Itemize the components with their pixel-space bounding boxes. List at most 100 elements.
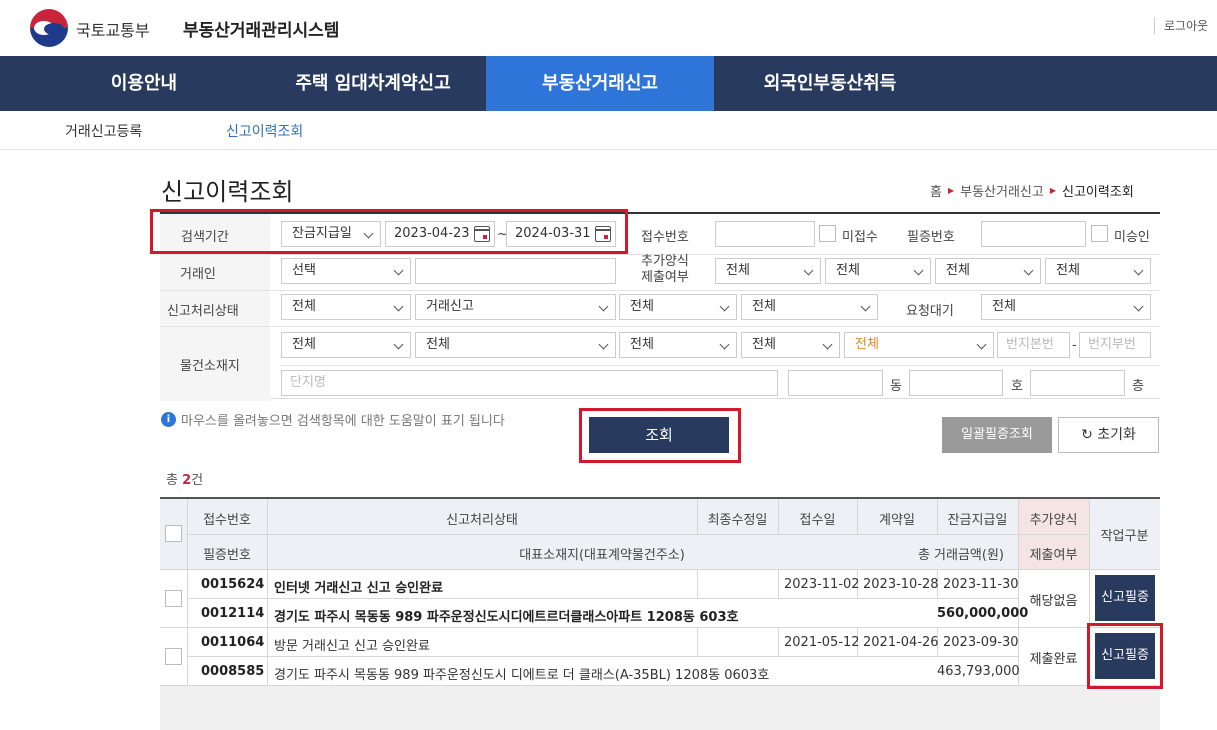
- contract-date: 2021-04-26: [863, 635, 939, 650]
- extra-form-select-3[interactable]: 전체: [935, 258, 1041, 284]
- th-address: 대표소재지(대표계약물건주소): [519, 548, 685, 563]
- lot-dash: -: [1072, 338, 1077, 353]
- ministry-name[interactable]: 국토교통부: [76, 17, 150, 41]
- total-amount: 560,000,000: [937, 606, 1029, 621]
- status-select-3[interactable]: 전체: [619, 294, 737, 320]
- page-title: 신고이력조회: [161, 178, 294, 206]
- floor-label: 층: [1132, 379, 1144, 394]
- ho-label: 호: [1011, 379, 1023, 394]
- floor-input[interactable]: [1030, 370, 1125, 396]
- breadcrumb-home[interactable]: 홈: [930, 181, 942, 200]
- info-icon: i: [161, 412, 176, 427]
- address: 경기도 파주시 목동동 989 파주운정신도시디에트르더클래스아파트 1208동…: [274, 610, 739, 625]
- breadcrumb-current: 신고이력조회: [1062, 185, 1134, 200]
- nav-foreigner-acquisition[interactable]: 외국인부동산취득: [740, 56, 920, 111]
- row-checkbox[interactable]: [165, 590, 182, 607]
- dong-input[interactable]: [788, 370, 883, 396]
- location-sido-select[interactable]: 전체: [281, 332, 411, 358]
- breadcrumb-trade-report[interactable]: 부동산거래신고: [960, 181, 1044, 200]
- not-received-label: 미접수: [842, 230, 878, 245]
- complex-name-input[interactable]: 단지명: [281, 370, 778, 396]
- status: 방문 거래신고 신고 승인완료: [274, 639, 430, 654]
- cert-no: 0012114: [201, 606, 265, 621]
- th-last-modified: 최종수정일: [707, 513, 768, 528]
- subnav-report-history[interactable]: 신고이력조회: [226, 121, 303, 141]
- th-total-amount: 총 거래금액(원): [917, 548, 1004, 563]
- select-all-checkbox[interactable]: [165, 525, 182, 542]
- receipt-no[interactable]: 0011064: [201, 635, 264, 650]
- search-button[interactable]: 조회: [589, 417, 729, 453]
- ministry-logo-icon[interactable]: [30, 9, 68, 47]
- bulk-cert-button[interactable]: 일괄필증조회: [942, 417, 1052, 453]
- table-row[interactable]: 0015624 인터넷 거래신고 신고 승인완료 2023-11-02 2023…: [160, 570, 1160, 628]
- logout-link[interactable]: 로그아웃: [1154, 17, 1208, 34]
- request-wait-label: 요청대기: [906, 304, 954, 319]
- header: 국토교통부 부동산거래관리시스템 로그아웃: [0, 0, 1217, 56]
- calendar-icon[interactable]: [595, 226, 611, 242]
- contract-date: 2023-10-28: [863, 577, 939, 592]
- extra-form-select-1[interactable]: 전체: [715, 258, 821, 284]
- report-cert-button[interactable]: 신고필증: [1095, 575, 1155, 621]
- table-row[interactable]: 0011064 방문 거래신고 신고 승인완료 2021-05-12 2021-…: [160, 628, 1160, 686]
- not-approved-label: 미승인: [1114, 230, 1150, 245]
- not-received-checkbox[interactable]: [819, 225, 836, 242]
- request-wait-select[interactable]: 전체: [981, 294, 1151, 320]
- lot-sub-input[interactable]: 번지부번: [1079, 332, 1151, 358]
- search-form: 검색기간 잔금지급일 2023-04-23 ~ 2024-03-31 접수번호 …: [160, 212, 1160, 401]
- cert-no-input[interactable]: [981, 221, 1086, 247]
- location-sigungu-select[interactable]: 전체: [415, 332, 616, 358]
- th-work-type: 작업구분: [1100, 529, 1149, 544]
- not-approved-checkbox[interactable]: [1091, 225, 1108, 242]
- balance-date: 2023-11-30: [943, 577, 1019, 592]
- row-checkbox[interactable]: [165, 648, 182, 665]
- extra-form-select-2[interactable]: 전체: [825, 258, 931, 284]
- system-title[interactable]: 부동산거래관리시스템: [183, 16, 339, 41]
- cert-no-label: 필증번호: [907, 230, 955, 245]
- period-type-select[interactable]: 잔금지급일: [281, 221, 381, 247]
- nav-usage-guide[interactable]: 이용안내: [80, 56, 208, 111]
- help-text: i 마우스를 올려놓으면 검색항목에 대한 도움말이 표기 됩니다: [161, 410, 505, 429]
- reset-button[interactable]: ↻ 초기화: [1058, 417, 1159, 453]
- extra-form-select-4[interactable]: 전체: [1045, 258, 1151, 284]
- location-label: 물건소재지: [180, 359, 240, 374]
- th-receipt-date: 접수일: [799, 513, 836, 528]
- extra-form-label: 추가양식 제출여부: [641, 254, 689, 285]
- refresh-icon: ↻: [1081, 427, 1093, 443]
- search-period-label: 검색기간: [181, 230, 229, 245]
- party-select[interactable]: 선택: [281, 258, 411, 284]
- receipt-no-input[interactable]: [715, 221, 815, 247]
- status-trade-report-select[interactable]: 거래신고: [415, 294, 616, 320]
- total-count: 총 2건: [166, 473, 204, 488]
- extra-form-status: 해당없음: [1029, 594, 1078, 609]
- party-name-input[interactable]: [415, 258, 616, 284]
- status-select-4[interactable]: 전체: [741, 294, 878, 320]
- location-dong-select[interactable]: 전체: [619, 332, 737, 358]
- breadcrumb-separator-icon: ▶: [1049, 186, 1057, 195]
- lot-main-input[interactable]: 번지본번: [997, 332, 1070, 358]
- party-label: 거래인: [180, 267, 216, 282]
- balance-date: 2023-09-30: [943, 635, 1019, 650]
- receipt-no[interactable]: 0015624: [201, 577, 264, 592]
- nav-real-estate-trade-report[interactable]: 부동산거래신고: [486, 56, 714, 111]
- location-ri-select[interactable]: 전체: [741, 332, 840, 358]
- receipt-date: 2021-05-12: [784, 635, 860, 650]
- report-cert-button[interactable]: 신고필증: [1095, 633, 1155, 679]
- calendar-icon[interactable]: [474, 226, 490, 242]
- ho-input[interactable]: [909, 370, 1003, 396]
- total-amount: 463,793,000: [937, 664, 1020, 679]
- extra-form-status: 제출완료: [1029, 652, 1078, 667]
- th-balance-date: 잔금지급일: [947, 513, 1008, 528]
- main-nav: 이용안내 주택 임대차계약신고 부동산거래신고 외국인부동산취득: [0, 56, 1217, 111]
- th-extra-form: 추가양식: [1029, 513, 1078, 528]
- breadcrumb-separator-icon: ▶: [947, 186, 955, 195]
- location-complex-select[interactable]: 전체: [844, 332, 994, 358]
- th-contract-date: 계약일: [879, 513, 915, 528]
- nav-housing-lease-report[interactable]: 주택 임대차계약신고: [262, 56, 484, 111]
- status-label: 신고처리상태: [167, 304, 239, 319]
- status: 인터넷 거래신고 신고 승인완료: [274, 581, 444, 596]
- subnav-trade-registration[interactable]: 거래신고등록: [65, 121, 142, 141]
- status-select-1[interactable]: 전체: [281, 294, 411, 320]
- cert-no: 0008585: [201, 664, 265, 679]
- receipt-no-label: 접수번호: [641, 230, 689, 245]
- receipt-date: 2023-11-02: [784, 577, 860, 592]
